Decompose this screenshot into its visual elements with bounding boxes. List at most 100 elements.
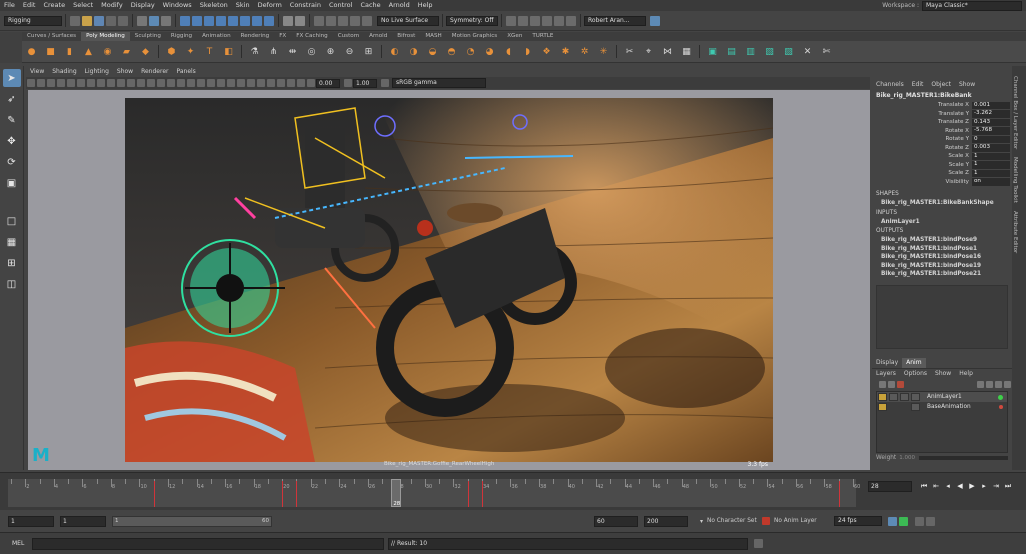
poly-torus-icon[interactable]: ◉ [101, 45, 114, 58]
menu-control[interactable]: Control [325, 0, 357, 11]
shelf-tab-sculpting[interactable]: Sculpting [130, 32, 166, 41]
mask-joint-icon[interactable] [192, 15, 202, 26]
viewport-menu-shading[interactable]: Shading [48, 66, 80, 77]
live-surface-dropdown[interactable]: No Live Surface [377, 15, 439, 26]
hypershade-icon[interactable] [554, 15, 564, 26]
2d-pan-icon[interactable] [67, 79, 75, 87]
go-to-end-icon[interactable]: ⏭ [1003, 481, 1013, 491]
shelf-tab-mash[interactable]: MASH [420, 32, 446, 41]
output-node[interactable]: Bike_rig_MASTER1:bindPose21 [872, 270, 1012, 279]
symmetry-dropdown[interactable]: Symmetry: Off [446, 15, 498, 26]
keyframe-marker[interactable] [481, 481, 483, 507]
save-scene-icon[interactable] [94, 15, 104, 26]
mask-curve-icon[interactable] [204, 15, 214, 26]
highlight-selection-icon[interactable] [295, 15, 305, 26]
chamfer-icon[interactable]: ✲ [578, 45, 591, 58]
poly-sphere-icon[interactable]: ● [25, 45, 38, 58]
ghost-toggle-icon[interactable] [889, 393, 898, 401]
view-transform-dropdown[interactable]: sRGB gamma [392, 78, 486, 88]
attribute-value[interactable]: 1 [972, 169, 1010, 177]
color-management-icon[interactable] [381, 79, 389, 87]
wireframe-icon[interactable] [157, 79, 165, 87]
output-node[interactable]: Bike_rig_MASTER1:bindPose16 [872, 253, 1012, 262]
attribute-value[interactable]: 0 [972, 135, 1010, 143]
shelf-tab-animation[interactable]: Animation [197, 32, 236, 41]
menu-display[interactable]: Display [127, 0, 159, 11]
attribute-value[interactable]: 0.001 [972, 101, 1010, 109]
scene-start-field[interactable]: 1 [8, 515, 54, 527]
xray-joints-icon[interactable] [287, 79, 295, 87]
textured-icon[interactable] [197, 79, 205, 87]
grease-pencil-icon[interactable] [77, 79, 85, 87]
snap-grid-icon[interactable] [314, 15, 324, 26]
new-scene-icon[interactable] [70, 15, 80, 26]
camera-attributes-icon[interactable] [37, 79, 45, 87]
attribute-value[interactable]: 1 [972, 161, 1010, 169]
object-menu[interactable]: Object [927, 79, 955, 90]
paint-select-icon[interactable]: ✎ [3, 111, 21, 129]
show-menu[interactable]: Show [955, 79, 979, 90]
layer-override-icon[interactable] [986, 380, 993, 388]
tab-display-layers[interactable]: Display [872, 358, 902, 368]
viewport-menu-renderer[interactable]: Renderer [137, 66, 172, 77]
render-setup-icon[interactable] [566, 15, 576, 26]
keyframe-marker[interactable] [153, 481, 155, 507]
auto-map-icon[interactable]: ▨ [782, 45, 795, 58]
shelf-tab-curves-surfaces[interactable]: Curves / Surfaces [22, 32, 81, 41]
wireframe-on-shaded-icon[interactable] [187, 79, 195, 87]
history-icon[interactable] [506, 15, 516, 26]
select-object-icon[interactable] [149, 15, 159, 26]
account-icon[interactable] [650, 15, 660, 26]
lock-selection-icon[interactable] [283, 15, 293, 26]
exposure-icon[interactable] [307, 79, 315, 87]
help-menu[interactable]: Help [955, 369, 977, 379]
collapse-icon[interactable]: ◖ [502, 45, 515, 58]
svg-tool-icon[interactable]: ◧ [222, 45, 235, 58]
attribute-row[interactable]: Translate X 0.001 [872, 101, 1012, 110]
scene-end-field[interactable]: 200 [644, 515, 688, 527]
remesh-icon[interactable]: ⊞ [362, 45, 375, 58]
menu-select[interactable]: Select [69, 0, 97, 11]
shelf-tab-bifrost[interactable]: Bifrost [392, 32, 420, 41]
attribute-value[interactable]: 0.143 [972, 118, 1010, 126]
cylindrical-map-icon[interactable]: ▥ [744, 45, 757, 58]
menu-file[interactable]: File [0, 0, 19, 11]
resolution-gate-icon[interactable] [107, 79, 115, 87]
lasso-tool-icon[interactable]: ➶ [3, 90, 21, 108]
snap-view-plane-icon[interactable] [350, 15, 360, 26]
open-scene-icon[interactable] [82, 15, 92, 26]
mute-toggle-icon[interactable] [900, 393, 909, 401]
menu-skin[interactable]: Skin [232, 0, 254, 11]
attribute-value[interactable]: 1 [972, 152, 1010, 160]
wedge-icon[interactable]: ◗ [521, 45, 534, 58]
edit-menu[interactable]: Edit [908, 79, 928, 90]
poly-disc-icon[interactable]: ◆ [139, 45, 152, 58]
undo-icon[interactable] [106, 15, 116, 26]
weight-value[interactable]: 1.000 [899, 455, 915, 461]
attribute-row[interactable]: Scale X1 [872, 152, 1012, 161]
base-layer-name[interactable]: BaseAnimation [921, 404, 999, 410]
bridge-icon[interactable]: ◑ [407, 45, 420, 58]
play-backwards-icon[interactable]: ◀ [955, 481, 965, 491]
shelf-tab-rendering[interactable]: Rendering [236, 32, 275, 41]
move-layer-up-icon[interactable] [879, 380, 886, 388]
go-to-start-icon[interactable]: ⏮ [919, 481, 929, 491]
attribute-value[interactable]: -5.768 [972, 127, 1010, 135]
bevel-icon[interactable]: ◒ [426, 45, 439, 58]
layers-menu[interactable]: Layers [872, 369, 900, 379]
show-menu[interactable]: Show [931, 369, 955, 379]
script-language-toggle[interactable]: MEL [12, 540, 32, 547]
spherical-map-icon[interactable]: ▧ [763, 45, 776, 58]
menu-arnold[interactable]: Arnold [385, 0, 414, 11]
fill-hole-icon[interactable]: ◔ [464, 45, 477, 58]
cut-uv-icon[interactable]: ✄ [820, 45, 833, 58]
tab-anim-layers[interactable]: Anim [902, 358, 926, 368]
channels-menu[interactable]: Channels [872, 79, 908, 90]
connect-icon[interactable]: ⋈ [661, 45, 674, 58]
step-forward-frame-icon[interactable]: ▸ [979, 481, 989, 491]
render-settings-icon[interactable] [542, 15, 552, 26]
use-all-lights-icon[interactable] [207, 79, 215, 87]
menu-help[interactable]: Help [414, 0, 437, 11]
field-chart-icon[interactable] [127, 79, 135, 87]
redo-icon[interactable] [118, 15, 128, 26]
